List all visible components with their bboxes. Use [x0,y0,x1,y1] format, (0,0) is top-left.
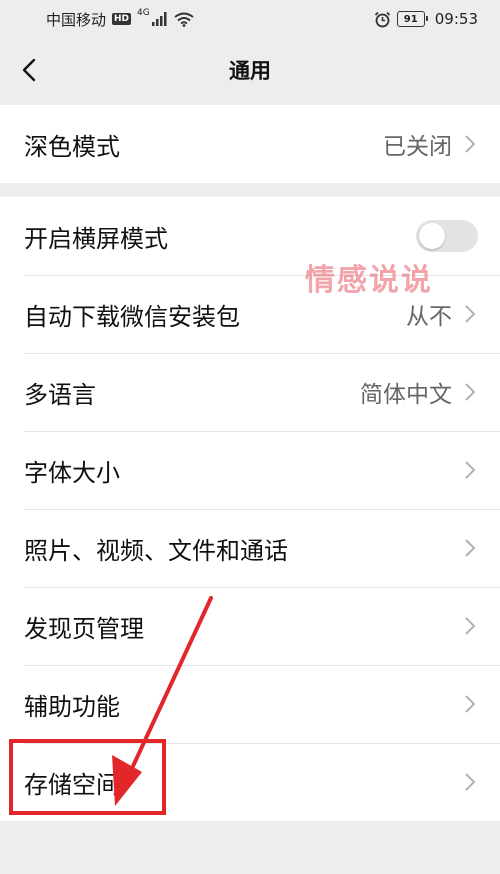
nav-bar: 通用 [0,38,500,102]
setting-row-discover-management[interactable]: 发现页管理 [0,587,500,665]
chevron-left-icon [22,58,36,82]
chevron-right-icon [465,539,476,557]
hd-badge: HD [112,13,132,25]
setting-label: 自动下载微信安装包 [24,302,240,331]
setting-label: 字体大小 [24,458,120,487]
setting-row-landscape-mode[interactable]: 开启横屏模式 [0,197,500,275]
setting-row-dark-mode[interactable]: 深色模式 已关闭 [0,105,500,183]
alarm-icon [374,11,390,27]
setting-right: 已关闭 [383,127,476,161]
status-bar-right: 91 09:53 [374,10,478,28]
setting-label: 存储空间 [24,770,120,799]
page-title: 通用 [229,59,271,83]
setting-label: 多语言 [24,380,96,409]
setting-label: 深色模式 [24,132,120,161]
network-type: 4G [137,8,150,18]
carrier-name: 中国移动 [46,10,107,29]
wifi-icon [174,12,194,27]
signal-icon [151,12,167,26]
setting-row-font-size[interactable]: 字体大小 [0,431,500,509]
settings-group-general: 开启横屏模式 自动下载微信安装包 从不 多语言 简体中文 字体大小 照片、视频、… [0,197,500,821]
chevron-right-icon [465,617,476,635]
setting-label: 发现页管理 [24,614,144,643]
setting-value: 简体中文 [360,382,452,408]
setting-row-accessibility[interactable]: 辅助功能 [0,665,500,743]
setting-label: 照片、视频、文件和通话 [24,536,288,565]
status-bar: 中国移动 HD 4G 91 09:53 [0,0,500,38]
back-button[interactable] [14,54,44,86]
toggle-knob [419,223,445,249]
clock-time: 09:53 [434,10,478,28]
setting-value: 已关闭 [383,134,452,160]
settings-group-display: 深色模式 已关闭 [0,105,500,183]
chevron-right-icon [465,695,476,713]
setting-row-media[interactable]: 照片、视频、文件和通话 [0,509,500,587]
landscape-toggle[interactable] [416,220,478,252]
battery-icon: 91 [396,11,428,27]
setting-right: 从不 [406,297,476,331]
chevron-right-icon [465,135,476,153]
setting-row-language[interactable]: 多语言 简体中文 [0,353,500,431]
setting-right: 简体中文 [360,375,476,409]
setting-value: 从不 [406,304,452,330]
setting-label: 辅助功能 [24,692,120,721]
chevron-right-icon [465,383,476,401]
chevron-right-icon [465,461,476,479]
setting-row-auto-download[interactable]: 自动下载微信安装包 从不 [0,275,500,353]
status-bar-left: 中国移动 HD 4G [46,8,194,30]
setting-label: 开启横屏模式 [24,224,168,253]
chevron-right-icon [465,773,476,791]
chevron-right-icon [465,305,476,323]
setting-row-storage[interactable]: 存储空间 [0,743,500,821]
